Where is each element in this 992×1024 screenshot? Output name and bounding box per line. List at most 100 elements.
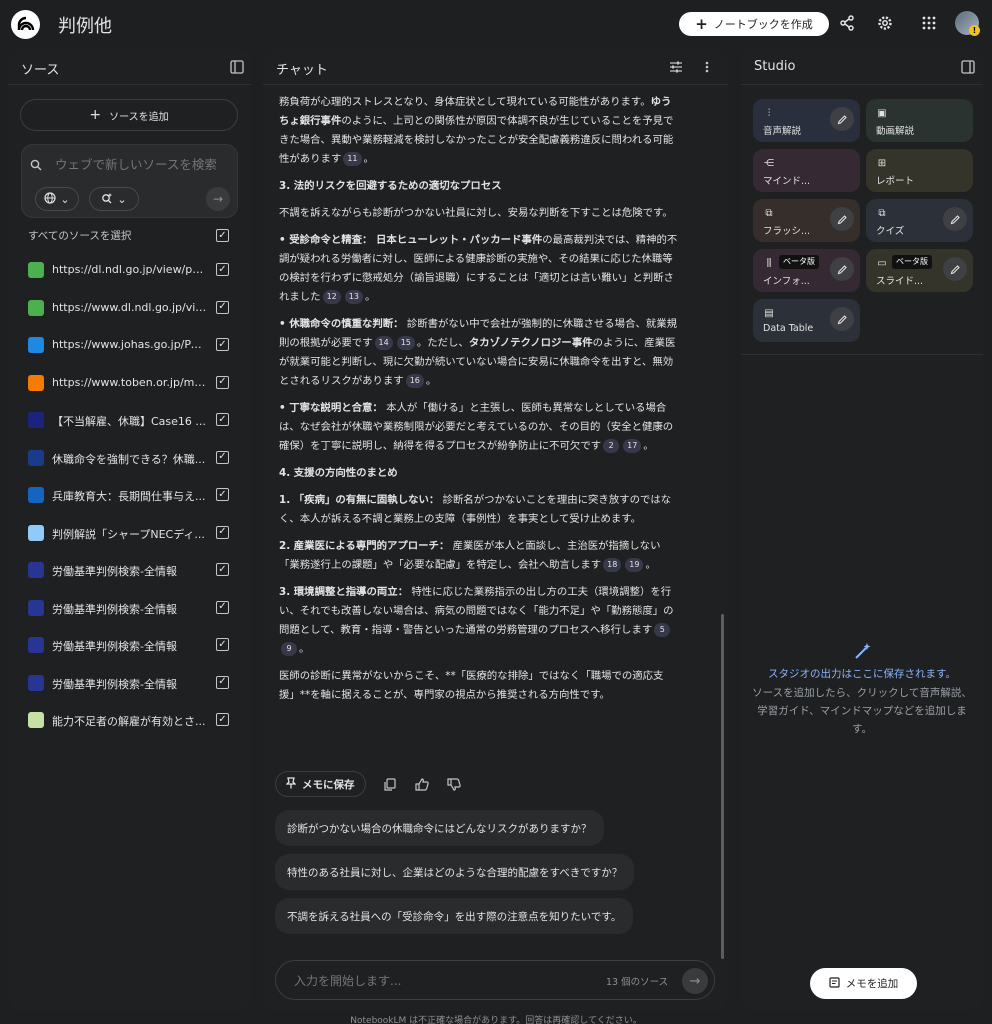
mindmap-icon: ⋲ bbox=[764, 157, 774, 169]
studio-tile[interactable]: ⧉ クイズ bbox=[866, 199, 973, 242]
source-item[interactable]: https://www.johas.go.jp/Porta... ✓ bbox=[8, 326, 251, 363]
case-favicon-icon bbox=[28, 412, 44, 428]
studio-tile[interactable]: ▭ ベータ版 スライド... bbox=[866, 249, 973, 292]
source-item[interactable]: 労働基準判例検索-全情報 ✓ bbox=[8, 626, 251, 663]
web-search-input[interactable] bbox=[55, 153, 230, 175]
source-checkbox[interactable]: ✓ bbox=[216, 713, 229, 726]
top-bar: 判例他 + ノートブックを作成 ! bbox=[0, 0, 992, 48]
chat-title: チャット bbox=[276, 63, 328, 78]
citation-chip[interactable]: 17 bbox=[623, 439, 642, 453]
studio-tile[interactable]: ⊞ レポート bbox=[866, 149, 973, 192]
studio-empty-description: ソースを追加したら、クリックして音声解説、学習ガイド、マインドマップなどを追加し… bbox=[752, 687, 972, 735]
studio-tile-label: レポート bbox=[876, 176, 915, 187]
citation-chip[interactable]: 19 bbox=[625, 558, 644, 572]
suggested-question[interactable]: 診断がつかない場合の休職命令にはどんなリスクがありますか？ bbox=[275, 810, 604, 846]
add-memo-button[interactable]: メモを追加 bbox=[810, 968, 917, 999]
source-item[interactable]: https://www.dl.ndl.go.jp/view/... ✓ bbox=[8, 289, 251, 326]
collapse-panel-icon[interactable] bbox=[229, 59, 245, 75]
source-checkbox[interactable]: ✓ bbox=[216, 450, 229, 464]
citation-chip[interactable]: 16 bbox=[405, 374, 424, 388]
research-mode-dropdown[interactable]: ⌄ bbox=[89, 187, 139, 211]
search-submit-button[interactable]: → bbox=[206, 187, 230, 211]
studio-tile[interactable]: ▣ 動画解説 bbox=[866, 99, 973, 142]
chat-input[interactable] bbox=[294, 972, 574, 990]
response-paragraph: 1. 「疾病」の有無に固執しない： 診断名がつかないことを理由に突き放すのではな… bbox=[279, 494, 672, 525]
studio-tile[interactable]: ⧉ フラッシ... bbox=[753, 199, 860, 242]
studio-tile[interactable]: ⋲ マインド... bbox=[753, 149, 860, 192]
copy-icon[interactable] bbox=[382, 776, 398, 792]
send-button[interactable]: → bbox=[682, 968, 708, 994]
ndl-favicon-icon bbox=[28, 262, 44, 278]
citation-chip[interactable]: 13 bbox=[344, 290, 363, 304]
citation-chip[interactable]: 18 bbox=[603, 558, 622, 572]
suggested-question[interactable]: 特性のある社員に対し、企業はどのような合理的配慮をすべきですか？ bbox=[275, 854, 635, 890]
thumbs-down-icon[interactable] bbox=[446, 776, 462, 792]
source-item[interactable]: https://www.toben.or.jp/mess... ✓ bbox=[8, 364, 251, 401]
more-vert-icon[interactable] bbox=[699, 59, 715, 75]
source-item[interactable]: https://dl.ndl.go.jp/view/prepa... ✓ bbox=[8, 251, 251, 288]
source-checkbox[interactable]: ✓ bbox=[216, 263, 229, 276]
sources-header: ソース bbox=[8, 49, 251, 85]
source-checkbox[interactable]: ✓ bbox=[216, 300, 229, 314]
source-checkbox[interactable]: ✓ bbox=[216, 488, 229, 501]
johas-favicon-icon bbox=[28, 337, 44, 353]
pencil-icon[interactable] bbox=[830, 107, 854, 131]
pencil-icon[interactable] bbox=[830, 207, 854, 231]
citation-chip[interactable]: 12 bbox=[322, 290, 341, 304]
collapse-panel-icon[interactable] bbox=[960, 59, 976, 75]
source-checkbox[interactable]: ✓ bbox=[216, 600, 229, 614]
create-notebook-button[interactable]: + ノートブックを作成 bbox=[679, 12, 829, 36]
web-source-dropdown[interactable]: ⌄ bbox=[35, 187, 79, 211]
source-item[interactable]: 兵庫教育大：長期間仕事与え... ✓ bbox=[8, 476, 251, 513]
chat-panel: チャット 務負荷が心理的ストレスとなり、身体症状として現れている可能性があります… bbox=[263, 49, 728, 1011]
thumbs-up-icon[interactable] bbox=[414, 776, 430, 792]
notebook-title[interactable]: 判例他 bbox=[58, 12, 112, 38]
gear-icon[interactable] bbox=[874, 12, 896, 34]
source-item[interactable]: 判例解説「シャープNECディ... ✓ bbox=[8, 514, 251, 551]
source-checkbox[interactable]: ✓ bbox=[216, 338, 229, 351]
source-item[interactable]: 労働基準判例検索-全情報 ✓ bbox=[8, 589, 251, 626]
save-to-memo-button[interactable]: メモに保存 bbox=[275, 771, 366, 797]
studio-tile[interactable]: ⫶ 音声解説 bbox=[753, 99, 860, 142]
pencil-icon[interactable] bbox=[830, 257, 854, 281]
studio-tile[interactable]: ⫼ ベータ版 インフォ... bbox=[753, 249, 860, 292]
response-heading: 4. 支援の方向性のまとめ bbox=[279, 467, 398, 479]
source-checkbox[interactable]: ✓ bbox=[216, 563, 229, 576]
suggested-question[interactable]: 不調を訴える社員への「受診命令」を出す際の注意点を知りたいです。 bbox=[275, 898, 634, 934]
response-paragraph: 務負荷が心理的ストレスとなり、身体症状として現れている可能性があります。ゆうちょ… bbox=[279, 96, 674, 166]
source-item[interactable]: 【不当解雇、休職】Case16 ... ✓ bbox=[8, 401, 251, 438]
pencil-icon[interactable] bbox=[943, 257, 967, 281]
arrow-right-icon: → bbox=[212, 192, 224, 206]
tune-icon[interactable] bbox=[668, 59, 684, 75]
chat-scrollbar[interactable] bbox=[721, 614, 724, 959]
response-paragraph: 3. 環境調整と指導の両立： 特性に応じた業務指示の出し方の工夫（環境調整）を行… bbox=[279, 586, 674, 656]
citation-chip[interactable]: 15 bbox=[396, 336, 415, 350]
studio-tile[interactable]: ▤ Data Table bbox=[753, 299, 860, 342]
add-source-button[interactable]: + ソースを追加 bbox=[20, 99, 238, 131]
source-checkbox[interactable]: ✓ bbox=[216, 675, 229, 689]
source-label: 休職命令を強制できる？休職... bbox=[52, 452, 206, 466]
apps-grid-icon[interactable] bbox=[918, 12, 940, 34]
citation-chip[interactable]: 5 bbox=[654, 623, 671, 637]
source-item[interactable]: 休職命令を強制できる？休職... ✓ bbox=[8, 439, 251, 476]
citation-chip[interactable]: 14 bbox=[374, 336, 393, 350]
citation-chip[interactable]: 11 bbox=[343, 152, 362, 166]
citation-chip[interactable]: 9 bbox=[281, 642, 297, 656]
source-item[interactable]: 労働基準判例検索-全情報 ✓ bbox=[8, 664, 251, 701]
response-paragraph: 2. 産業医による専門的アプローチ： 産業医が本人と面談し、主治医が指摘しない「… bbox=[279, 540, 661, 572]
source-checkbox[interactable]: ✓ bbox=[216, 375, 229, 389]
notebooklm-logo-icon[interactable] bbox=[11, 10, 40, 39]
pencil-icon[interactable] bbox=[943, 207, 967, 231]
source-item[interactable]: 労働基準判例検索-全情報 ✓ bbox=[8, 551, 251, 588]
source-item[interactable]: 能力不足者の解雇が有効とさ... ✓ bbox=[8, 701, 251, 738]
source-label: 労働基準判例検索-全情報 bbox=[52, 640, 177, 653]
source-checkbox[interactable]: ✓ bbox=[216, 638, 229, 651]
search-icon bbox=[30, 156, 44, 171]
citation-chip[interactable]: 2 bbox=[603, 439, 620, 453]
source-checkbox[interactable]: ✓ bbox=[216, 413, 229, 426]
select-all-checkbox[interactable]: ✓ bbox=[216, 229, 229, 242]
pencil-icon[interactable] bbox=[830, 307, 854, 331]
quiz-icon: ⧉ bbox=[878, 207, 886, 219]
source-checkbox[interactable]: ✓ bbox=[216, 525, 229, 539]
share-icon[interactable] bbox=[836, 12, 858, 34]
